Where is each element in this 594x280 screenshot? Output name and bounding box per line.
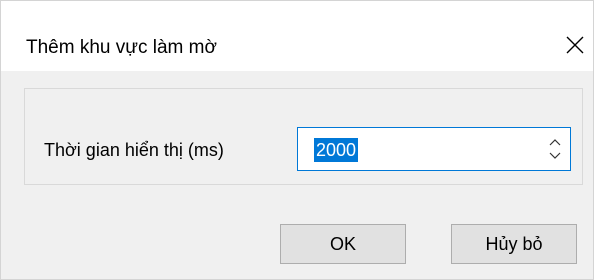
dialog-title: Thêm khu vực làm mờ bbox=[26, 37, 217, 58]
duration-label: Thời gian hiển thị (ms) bbox=[44, 140, 224, 160]
dialog-window: Thêm khu vực làm mờ Thời gian hiển thị (… bbox=[0, 0, 594, 280]
ok-button[interactable]: OK bbox=[280, 224, 406, 264]
title-bar: Thêm khu vực làm mờ bbox=[1, 1, 593, 71]
cancel-button[interactable]: Hủy bỏ bbox=[451, 224, 577, 264]
chevron-down-icon bbox=[549, 152, 561, 159]
chevron-up-icon bbox=[549, 139, 561, 146]
duration-spinbox[interactable]: 2000 bbox=[297, 127, 571, 171]
close-icon bbox=[566, 36, 584, 54]
spin-down-button[interactable] bbox=[546, 149, 564, 163]
duration-input[interactable]: 2000 bbox=[314, 138, 359, 162]
close-button[interactable] bbox=[557, 27, 593, 63]
spin-arrows bbox=[546, 135, 564, 163]
spin-up-button[interactable] bbox=[546, 135, 564, 149]
